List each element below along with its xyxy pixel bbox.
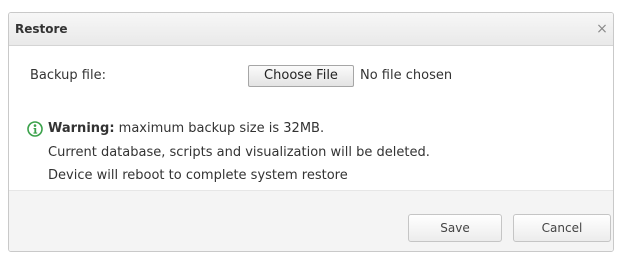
close-icon[interactable]: × (594, 21, 610, 37)
info-icon (27, 121, 43, 137)
warning-line-size: Warning: maximum backup size is 32MB. (48, 121, 324, 136)
dialog-body: Backup file: Choose File No file chosen … (9, 46, 613, 190)
warning-label: Warning: (48, 121, 115, 136)
cancel-button[interactable]: Cancel (513, 214, 611, 242)
file-status-text: No file chosen (360, 68, 453, 83)
dialog-titlebar: Restore × (9, 13, 613, 46)
choose-file-button[interactable]: Choose File (248, 65, 354, 87)
backup-file-label: Backup file: (30, 68, 106, 83)
warning-line-reboot: Device will reboot to complete system re… (48, 168, 348, 183)
warning-size-text: maximum backup size is 32MB. (114, 121, 325, 136)
dialog-title: Restore (15, 22, 68, 36)
dialog-footer: Save Cancel (9, 190, 613, 251)
restore-dialog: Restore × Backup file: Choose File No fi… (8, 12, 614, 252)
warning-line-delete: Current database, scripts and visualizat… (48, 145, 430, 160)
backup-file-row: Backup file: Choose File No file chosen (30, 65, 590, 89)
save-button[interactable]: Save (408, 214, 502, 242)
